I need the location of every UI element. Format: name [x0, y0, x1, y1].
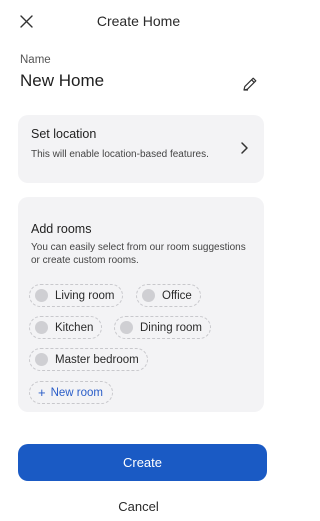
new-room-button[interactable]: + New room: [29, 381, 113, 404]
new-room-label: New room: [50, 386, 103, 399]
chip-radio-icon: [35, 321, 48, 334]
set-location-title: Set location: [31, 127, 97, 141]
chip-radio-icon: [120, 321, 133, 334]
add-rooms-description: You can easily select from our room sugg…: [31, 242, 246, 266]
room-chip-master-bedroom[interactable]: Master bedroom: [29, 348, 148, 371]
pencil-icon: [243, 77, 257, 91]
room-chip-label: Kitchen: [55, 321, 94, 334]
room-chip-office[interactable]: Office: [136, 284, 201, 307]
room-chip-dining-room[interactable]: Dining room: [114, 316, 211, 339]
room-chip-label: Dining room: [140, 321, 202, 334]
chevron-right-icon: [241, 142, 248, 154]
cancel-button[interactable]: Cancel: [0, 499, 277, 514]
chip-radio-icon: [142, 289, 155, 302]
top-bar: Create Home: [0, 0, 277, 44]
name-label: Name: [20, 54, 51, 66]
room-chip-living-room[interactable]: Living room: [29, 284, 124, 307]
room-chip-label: Living room: [55, 289, 115, 302]
add-rooms-title: Add rooms: [31, 222, 92, 236]
edit-name-button[interactable]: [240, 74, 260, 94]
set-location-card[interactable]: Set location This will enable location-b…: [18, 115, 264, 183]
create-button[interactable]: Create: [18, 444, 267, 481]
add-rooms-card: Add rooms You can easily select from our…: [18, 197, 264, 412]
page-title: Create Home: [96, 13, 181, 29]
room-chip-kitchen[interactable]: Kitchen: [29, 316, 103, 339]
room-chip-label: Master bedroom: [55, 353, 139, 366]
plus-icon: +: [38, 385, 46, 400]
set-location-description: This will enable location-based features…: [31, 149, 209, 160]
room-chip-label: Office: [162, 289, 192, 302]
home-name-value[interactable]: New Home: [20, 71, 104, 91]
chip-radio-icon: [35, 353, 48, 366]
chip-radio-icon: [35, 289, 48, 302]
